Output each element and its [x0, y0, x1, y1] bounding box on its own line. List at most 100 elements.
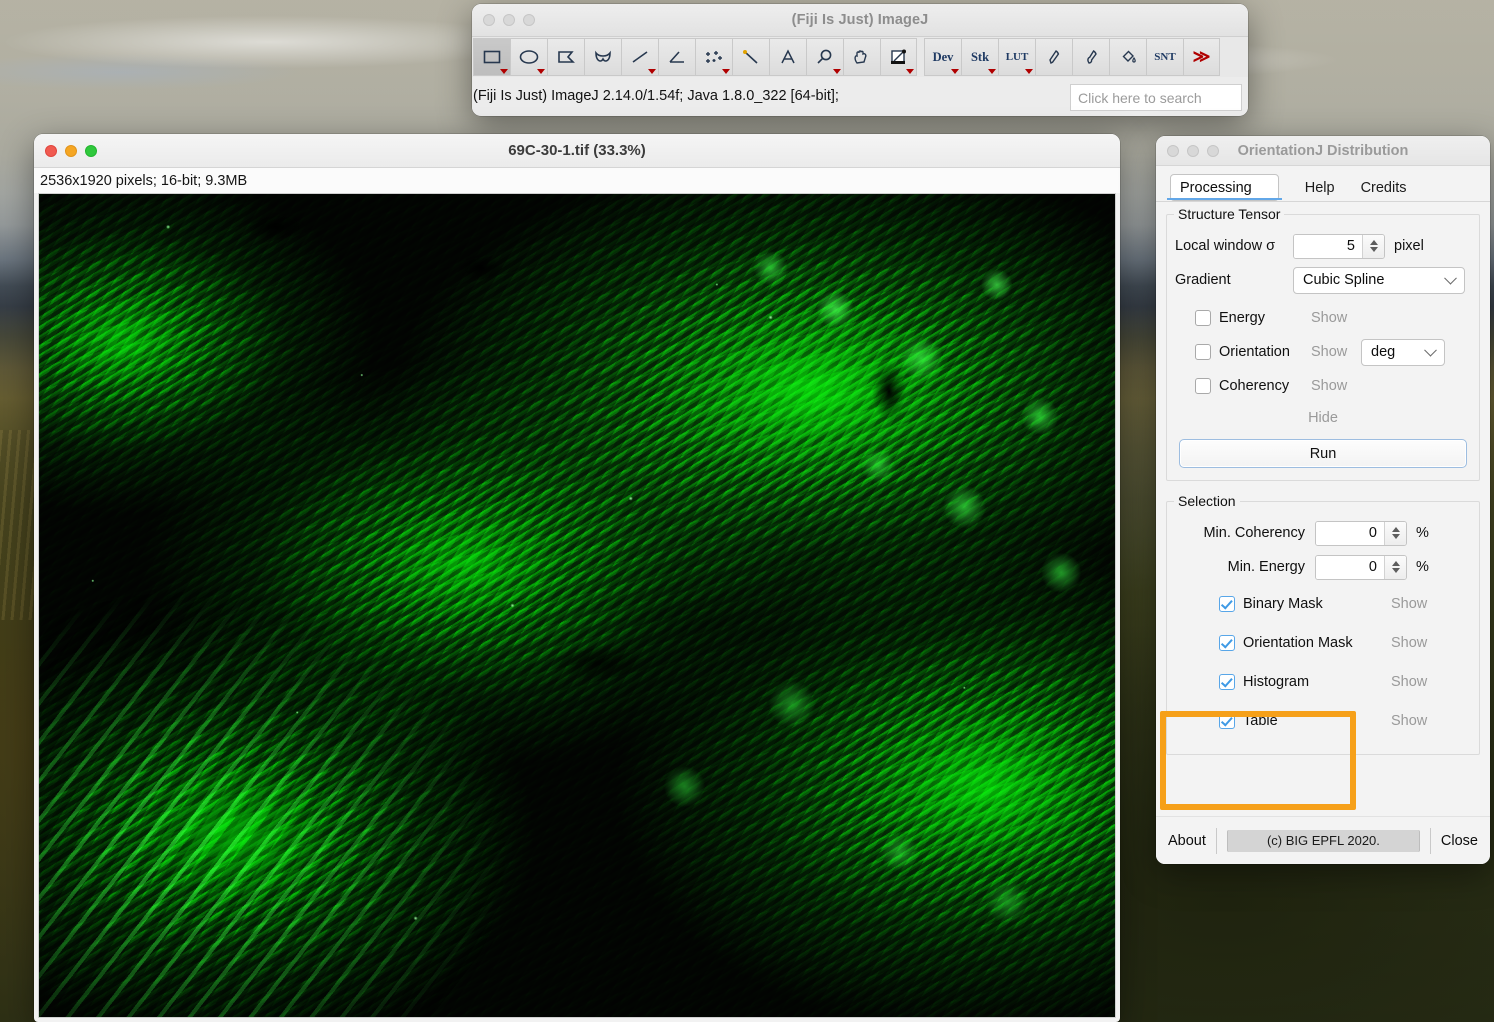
orientationj-titlebar[interactable]: OrientationJ Distribution	[1156, 136, 1490, 166]
fiji-window-controls[interactable]	[483, 14, 535, 26]
chevron-down-icon	[906, 69, 914, 74]
binary-mask-show-link[interactable]: Show	[1391, 596, 1427, 612]
binary-mask-row: Binary Mask Show	[1175, 584, 1471, 623]
wand-tool[interactable]	[732, 38, 769, 76]
pencil-button[interactable]	[1035, 38, 1072, 76]
chevron-down-icon	[537, 69, 545, 74]
polygon-tool[interactable]	[547, 38, 584, 76]
min-coherency-row: Min. Coherency %	[1175, 516, 1471, 550]
image-window-title: 69C-30-1.tif (33.3%)	[508, 142, 646, 159]
image-window-controls[interactable]	[45, 144, 97, 157]
coherency-row: Coherency Show	[1175, 369, 1471, 403]
selection-group: Selection Min. Coherency % Min. Energy %	[1166, 493, 1480, 755]
orientation-row: Orientation Show deg	[1175, 335, 1471, 369]
minimize-button[interactable]	[65, 144, 77, 157]
image-info-text: 2536x1920 pixels; 16-bit; 9.3MB	[40, 172, 248, 189]
tab-credits[interactable]: Credits	[1361, 180, 1407, 201]
magnifier-tool[interactable]	[806, 38, 843, 76]
stepper-arrows[interactable]	[1362, 234, 1384, 258]
close-button[interactable]: Close	[1441, 833, 1478, 849]
table-checkbox[interactable]	[1219, 712, 1235, 729]
line-tool[interactable]	[621, 38, 658, 76]
image-window[interactable]: 69C-30-1.tif (33.3%) 2536x1920 pixels; 1…	[34, 134, 1120, 1022]
text-tool[interactable]	[769, 38, 806, 76]
dropper-tool[interactable]	[880, 38, 917, 76]
fiji-imagej-window[interactable]: (Fiji Is Just) ImageJ Dev Stk LUT SNT ≫ …	[472, 4, 1248, 116]
binary-mask-label: Binary Mask	[1243, 595, 1323, 612]
hand-tool[interactable]	[843, 38, 880, 76]
tab-processing[interactable]: Processing	[1167, 174, 1282, 201]
table-show-link[interactable]: Show	[1391, 713, 1427, 729]
stepper-arrows[interactable]	[1384, 555, 1406, 579]
gradient-select-value: Cubic Spline	[1303, 272, 1385, 288]
minimize-button[interactable]	[1187, 144, 1199, 157]
local-window-unit: pixel	[1394, 238, 1424, 254]
binary-mask-checkbox[interactable]	[1219, 595, 1235, 612]
brush-button[interactable]	[1072, 38, 1109, 76]
maximize-button[interactable]	[1207, 144, 1219, 157]
local-window-input[interactable]	[1294, 234, 1362, 258]
min-energy-stepper[interactable]	[1315, 554, 1407, 580]
multipoint-tool[interactable]	[695, 38, 732, 76]
min-energy-input[interactable]	[1316, 555, 1384, 579]
histogram-checkbox[interactable]	[1219, 673, 1235, 690]
orientationj-window-controls[interactable]	[1167, 144, 1219, 157]
orientationj-distribution-window[interactable]: OrientationJ Distribution Processing Hel…	[1156, 136, 1490, 864]
fiji-titlebar[interactable]: (Fiji Is Just) ImageJ	[472, 4, 1248, 37]
min-coherency-input[interactable]	[1316, 521, 1384, 545]
orientation-show-link[interactable]: Show	[1311, 344, 1357, 360]
min-energy-row: Min. Energy %	[1175, 550, 1471, 584]
close-button[interactable]	[483, 14, 495, 26]
angle-tool[interactable]	[658, 38, 695, 76]
freehand-tool[interactable]	[584, 38, 621, 76]
gradient-row: Gradient Cubic Spline	[1175, 263, 1471, 297]
min-coherency-stepper[interactable]	[1315, 520, 1407, 546]
image-window-titlebar[interactable]: 69C-30-1.tif (33.3%)	[34, 134, 1120, 168]
orientation-mask-checkbox[interactable]	[1219, 634, 1235, 651]
hide-link[interactable]: Hide	[1308, 410, 1338, 426]
min-coherency-label: Min. Coherency	[1203, 525, 1305, 541]
coherency-checkbox[interactable]	[1195, 378, 1211, 394]
orientationj-footer: About (c) BIG EPFL 2020. Close	[1156, 816, 1490, 864]
close-button[interactable]	[45, 144, 57, 157]
run-button[interactable]: Run	[1179, 439, 1467, 468]
snt-button[interactable]: SNT	[1146, 38, 1183, 76]
orientation-label: Orientation	[1219, 344, 1290, 360]
search-input[interactable]	[1078, 89, 1241, 106]
orientation-unit-select[interactable]: deg	[1361, 338, 1445, 366]
more-tools-button[interactable]: ≫	[1183, 38, 1220, 76]
fill-button[interactable]	[1109, 38, 1146, 76]
close-button[interactable]	[1167, 144, 1179, 157]
coherency-show-link[interactable]: Show	[1311, 378, 1347, 394]
image-info-bar[interactable]: 2536x1920 pixels; 16-bit; 9.3MB	[34, 168, 1120, 193]
maximize-button[interactable]	[523, 14, 535, 26]
dev-button[interactable]: Dev	[924, 38, 961, 76]
tab-help[interactable]: Help	[1305, 180, 1335, 201]
gradient-label: Gradient	[1175, 272, 1231, 288]
gradient-select[interactable]: Cubic Spline	[1293, 266, 1465, 294]
footer-divider	[1429, 827, 1431, 854]
orientationj-tabbar[interactable]: Processing Help Credits	[1156, 166, 1490, 202]
about-button[interactable]: About	[1168, 833, 1206, 849]
chevron-down-icon	[722, 69, 730, 74]
local-window-stepper[interactable]	[1293, 233, 1385, 259]
energy-checkbox[interactable]	[1195, 310, 1211, 326]
minimize-button[interactable]	[503, 14, 515, 26]
rectangle-tool[interactable]	[473, 38, 510, 76]
orientation-mask-show-link[interactable]: Show	[1391, 635, 1427, 651]
histogram-show-link[interactable]: Show	[1391, 674, 1427, 690]
toolbar-separator	[917, 38, 924, 77]
orientation-checkbox[interactable]	[1195, 344, 1211, 360]
chevron-down-icon	[1424, 343, 1437, 357]
oval-tool[interactable]	[510, 38, 547, 76]
energy-label: Energy	[1219, 310, 1265, 326]
maximize-button[interactable]	[85, 144, 97, 157]
energy-show-link[interactable]: Show	[1311, 310, 1347, 326]
fiji-toolbar[interactable]: Dev Stk LUT SNT ≫	[472, 37, 1248, 77]
fiji-search-box[interactable]	[1070, 84, 1242, 111]
stk-button[interactable]: Stk	[961, 38, 998, 76]
orientationj-window-title: OrientationJ Distribution	[1237, 142, 1409, 159]
stepper-arrows[interactable]	[1384, 521, 1406, 545]
lut-button[interactable]: LUT	[998, 38, 1035, 76]
image-canvas[interactable]	[38, 193, 1116, 1018]
